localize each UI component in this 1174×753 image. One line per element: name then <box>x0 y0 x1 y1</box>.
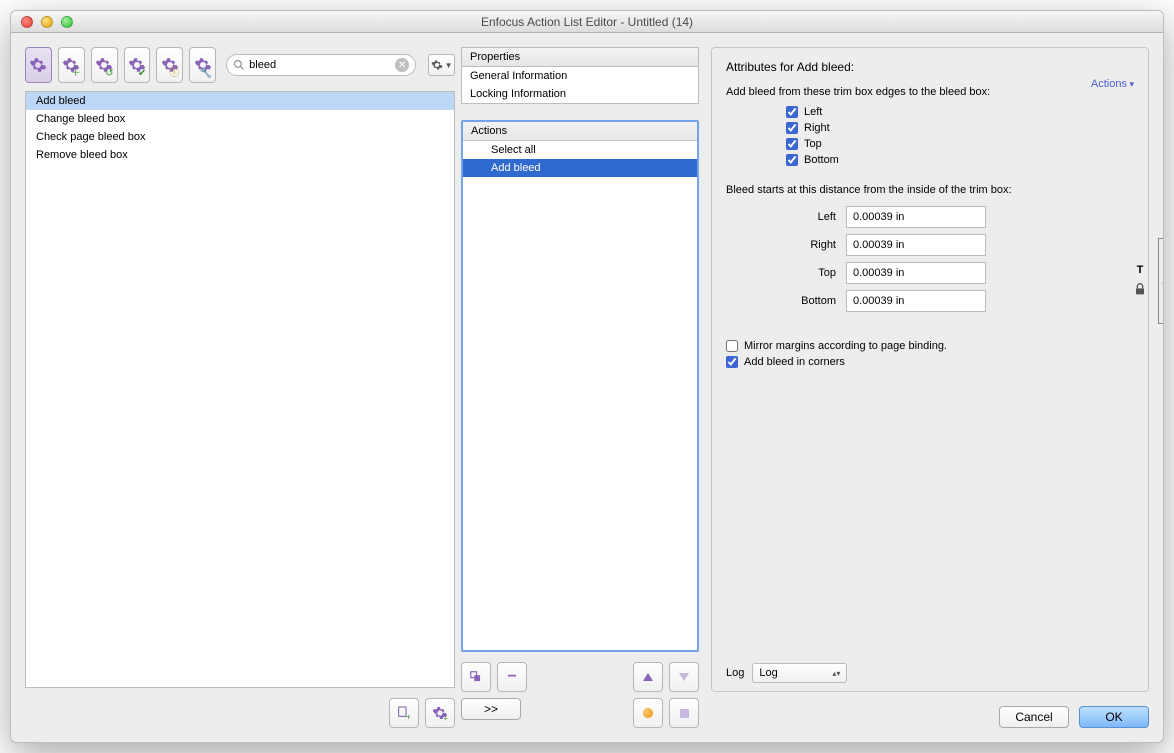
stop-icon <box>680 709 689 718</box>
record-button[interactable] <box>633 698 663 728</box>
distance-right-label: Right <box>786 239 846 251</box>
properties-header: Properties <box>461 47 699 67</box>
middle-column: Properties General Information Locking I… <box>461 47 699 728</box>
left-column: ＋ ↺ ✔ ⓘ 🔧 <box>25 47 455 728</box>
category-toolbar: ＋ ↺ ✔ ⓘ 🔧 <box>25 47 455 83</box>
edge-left-checkbox[interactable] <box>786 106 798 118</box>
edge-right-label: Right <box>804 122 830 134</box>
attributes-title: Attributes for Add bleed: <box>726 60 1134 74</box>
edge-bottom-label: Bottom <box>804 154 839 166</box>
distance-right-input[interactable] <box>846 234 986 256</box>
log-select-value: Log <box>759 667 777 679</box>
list-item[interactable]: Remove bleed box <box>26 146 454 164</box>
attributes-panel: Attributes for Add bleed: Add bleed from… <box>711 47 1149 692</box>
distance-top-label: Top <box>786 267 846 279</box>
gear-icon <box>431 59 443 71</box>
search-options-menu[interactable]: ▼ <box>428 54 455 76</box>
actions-list[interactable]: Select all Add bleed <box>463 141 697 650</box>
move-up-button[interactable] <box>633 662 663 692</box>
properties-list[interactable]: General Information Locking Information <box>461 67 699 104</box>
category-button-5[interactable]: ⓘ <box>156 47 183 83</box>
corners-checkbox[interactable] <box>726 356 738 368</box>
duplicate-icon <box>469 670 483 684</box>
category-button-4[interactable]: ✔ <box>124 47 151 83</box>
actions-link[interactable]: Actions <box>1091 78 1134 90</box>
stop-button[interactable] <box>669 698 699 728</box>
search-icon <box>233 59 245 71</box>
distance-left-input[interactable] <box>846 206 986 228</box>
svg-text:+: + <box>406 713 411 721</box>
actions-panel: Actions Select all Add bleed <box>461 120 699 652</box>
search-field[interactable]: ✕ <box>226 54 416 76</box>
window-title: Enfocus Action List Editor - Untitled (1… <box>11 15 1163 29</box>
plus-badge-icon: ＋ <box>71 64 81 79</box>
minus-icon: − <box>507 668 516 686</box>
action-row[interactable]: Add bleed <box>463 159 697 177</box>
edge-right-checkbox[interactable] <box>786 122 798 134</box>
log-label: Log <box>726 667 744 679</box>
arrow-badge-icon: ↺ <box>105 68 113 79</box>
triangle-down-icon <box>679 673 689 681</box>
gear-add-icon: + <box>432 705 448 721</box>
chevron-down-icon: ▼ <box>445 61 453 70</box>
distance-left-label: Left <box>786 211 846 223</box>
mirror-checkbox[interactable] <box>726 340 738 352</box>
distance-prompt: Bleed starts at this distance from the i… <box>726 184 1134 196</box>
clear-search-button[interactable]: ✕ <box>395 58 409 72</box>
properties-item[interactable]: Locking Information <box>462 85 698 103</box>
arrow-right-icon: → <box>1159 274 1164 288</box>
bleed-diagram: T ↓ ↑ → ← <box>1132 238 1164 324</box>
triangle-up-icon <box>643 673 653 681</box>
mirror-label: Mirror margins according to page binding… <box>744 340 947 352</box>
distance-bottom-input[interactable] <box>846 290 986 312</box>
select-arrows-icon: ▴▾ <box>832 669 840 678</box>
search-input[interactable] <box>249 59 391 71</box>
corners-label: Add bleed in corners <box>744 356 845 368</box>
category-button-3[interactable]: ↺ <box>91 47 118 83</box>
box-diagram: ↓ ↑ → ← <box>1158 238 1164 324</box>
edges-prompt: Add bleed from these trim box edges to t… <box>726 86 1134 98</box>
remove-action-button[interactable]: − <box>497 662 527 692</box>
info-badge-icon: ⓘ <box>169 64 179 79</box>
move-down-button[interactable] <box>669 662 699 692</box>
action-row[interactable]: Select all <box>463 141 697 159</box>
category-button-1[interactable] <box>25 47 52 83</box>
check-badge-icon: ✔ <box>138 68 146 79</box>
close-window-button[interactable] <box>21 16 33 28</box>
list-item[interactable]: Check page bleed box <box>26 128 454 146</box>
list-item[interactable]: Change bleed box <box>26 110 454 128</box>
minimize-window-button[interactable] <box>41 16 53 28</box>
log-select[interactable]: Log ▴▾ <box>752 663 847 683</box>
list-item[interactable]: Add bleed <box>26 92 454 110</box>
wrench-badge-icon: 🔧 <box>200 68 212 79</box>
gear-add-button[interactable]: + <box>425 698 455 728</box>
edge-top-checkbox[interactable] <box>786 138 798 150</box>
zoom-window-button[interactable] <box>61 16 73 28</box>
edge-bottom-checkbox[interactable] <box>786 154 798 166</box>
editor-window: Enfocus Action List Editor - Untitled (1… <box>10 10 1164 743</box>
gear-icon <box>29 56 47 74</box>
actions-header: Actions <box>463 122 697 141</box>
add-to-list-button[interactable]: + <box>389 698 419 728</box>
duplicate-action-button[interactable] <box>461 662 491 692</box>
edge-left-label: Left <box>804 106 822 118</box>
run-button[interactable]: >> <box>461 698 521 720</box>
distance-bottom-label: Bottom <box>786 295 846 307</box>
document-add-icon: + <box>396 705 412 721</box>
distance-top-input[interactable] <box>846 262 986 284</box>
ok-button[interactable]: OK <box>1079 706 1149 728</box>
category-button-2[interactable]: ＋ <box>58 47 85 83</box>
cancel-button[interactable]: Cancel <box>999 706 1069 728</box>
record-icon <box>643 708 653 718</box>
right-column: Attributes for Add bleed: Add bleed from… <box>711 47 1149 728</box>
category-button-6[interactable]: 🔧 <box>189 47 216 83</box>
results-list[interactable]: Add bleed Change bleed box Check page bl… <box>25 91 455 688</box>
svg-text:+: + <box>443 713 447 721</box>
edge-top-label: Top <box>804 138 822 150</box>
titlebar: Enfocus Action List Editor - Untitled (1… <box>11 11 1163 33</box>
diagram-label: T <box>1137 264 1144 276</box>
properties-item[interactable]: General Information <box>462 67 698 85</box>
lock-icon[interactable] <box>1132 280 1148 298</box>
